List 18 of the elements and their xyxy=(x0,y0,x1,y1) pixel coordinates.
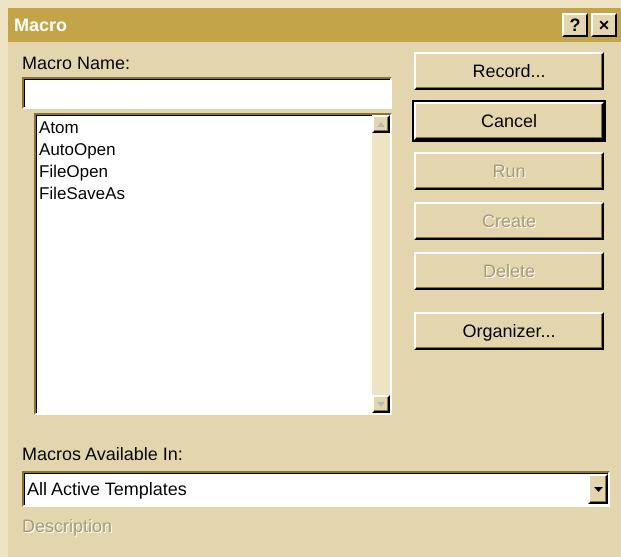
field-label: Macro Name: xyxy=(22,52,132,74)
help-button[interactable]: ? xyxy=(562,13,588,37)
scroll-down-icon[interactable] xyxy=(372,395,390,413)
list-item[interactable]: FileOpen xyxy=(39,161,108,183)
templates-dropdown[interactable]: All Active Templates xyxy=(22,471,610,507)
macro-name-field[interactable] xyxy=(22,77,392,109)
scroll-up-icon[interactable] xyxy=(372,115,390,133)
description-label: Description xyxy=(22,515,114,537)
field-label: Macros Available In: xyxy=(22,443,184,465)
window-title: Macro xyxy=(14,14,68,36)
list-item[interactable]: AutoOpen xyxy=(39,139,116,161)
close-button[interactable]: × xyxy=(591,13,617,37)
list-item[interactable]: FileSaveAs xyxy=(39,183,125,205)
dialog-button[interactable]: Organizer... xyxy=(414,312,604,350)
dialog-button[interactable]: Record... xyxy=(414,52,604,90)
dialog-button[interactable]: Cancel xyxy=(414,102,604,140)
scrollbar[interactable] xyxy=(372,115,390,413)
list-item[interactable]: Atom xyxy=(39,117,79,139)
